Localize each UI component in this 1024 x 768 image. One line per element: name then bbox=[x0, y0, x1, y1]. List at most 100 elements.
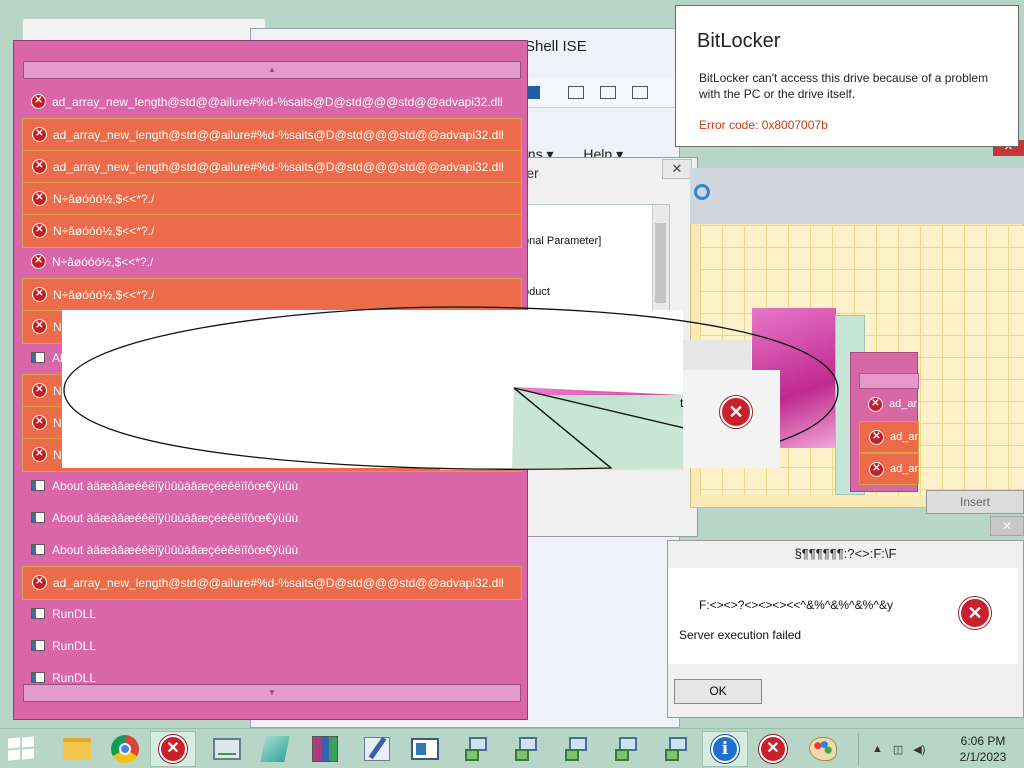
network-icon bbox=[463, 735, 491, 763]
error-icon: ✕ bbox=[869, 462, 884, 477]
volume-icon[interactable]: ◀) bbox=[913, 743, 925, 756]
glitch-gray-block bbox=[683, 340, 751, 370]
list-item[interactable]: About àäæàâæéêëïÿüûùàâæçéèêëïîôœ€ÿüûù bbox=[22, 502, 520, 534]
error-icon: ✕ bbox=[32, 191, 47, 206]
mini-list-scrollbar[interactable] bbox=[859, 373, 919, 389]
list-item[interactable]: ✕ ad_array_new_length@std@@ailure#%d-%sai… bbox=[22, 150, 522, 184]
taskbar-info[interactable]: i bbox=[702, 731, 748, 767]
mini-list-item[interactable]: ✕ ad_ar bbox=[859, 389, 917, 419]
paint-icon bbox=[809, 737, 837, 761]
list-item[interactable]: RunDLL bbox=[22, 630, 520, 662]
list-item-label: ad_array_new_length@std@@ailure#%d-%sait… bbox=[52, 95, 503, 109]
pane-line: onal Parameter] bbox=[523, 235, 602, 247]
list-item-label: ad_array_new_length@std@@ailure#%d-%sait… bbox=[53, 160, 504, 174]
list-item[interactable]: ✕ N÷âøóóó½,$<<*?./ bbox=[22, 214, 522, 248]
taskbar-network-4[interactable] bbox=[604, 731, 650, 767]
network-icon bbox=[613, 735, 641, 763]
list-item-label: RunDLL bbox=[52, 639, 97, 653]
list-item[interactable]: ✕ ad_array_new_length@std@@ailure#%d-%sai… bbox=[22, 566, 522, 600]
list-item-label: About àäæàâæéêëïÿüûùàâæçéèêëïîôœ€ÿüûù bbox=[52, 543, 299, 557]
bitlocker-notification[interactable]: BitLocker BitLocker can't access this dr… bbox=[675, 5, 1019, 147]
server-dialog-close-button[interactable]: ✕ bbox=[990, 516, 1024, 536]
server-dialog-path: F:<><>?<><><><<^&%^&%^&%^&y bbox=[699, 598, 893, 612]
glitch-white-block bbox=[62, 310, 515, 468]
winrar-icon bbox=[312, 736, 338, 762]
list-item-label: ad_array_new_length@std@@ailure#%d-%sait… bbox=[53, 128, 504, 142]
application-icon bbox=[31, 352, 45, 363]
error-icon: ✕ bbox=[32, 383, 47, 398]
taskbar-error-app-2[interactable]: ✕ bbox=[750, 731, 796, 767]
network-icon bbox=[563, 735, 591, 763]
list-item-label: About àäæàâæéêëïÿüûùàâæçéèêëïîôœ€ÿüûù bbox=[52, 511, 299, 525]
list-item-label: ad_array_new_length@std@@ailure#%d-%sait… bbox=[53, 576, 504, 590]
network-icon bbox=[663, 735, 691, 763]
mini-list-item[interactable]: ✕ ad_ar bbox=[859, 421, 919, 453]
bitlocker-error-code: Error code: 0x8007007b bbox=[699, 118, 828, 132]
application-icon bbox=[31, 512, 45, 523]
taskbar-task-manager[interactable] bbox=[204, 731, 250, 767]
list-scroll-up-button[interactable]: ▲ bbox=[23, 61, 521, 79]
application-icon bbox=[31, 640, 45, 651]
list-item[interactable]: ✕ ad_array_new_length@std@@ailure#%d-%sai… bbox=[22, 118, 522, 152]
mini-list-item[interactable]: ✕ ad_ar bbox=[859, 453, 919, 485]
pen-icon bbox=[364, 737, 390, 761]
pane-layout-max-icon[interactable] bbox=[632, 86, 648, 99]
taskbar-network-5[interactable] bbox=[654, 731, 700, 767]
error-icon: ✕ bbox=[32, 319, 47, 334]
pane-layout-top-icon[interactable] bbox=[568, 86, 584, 99]
list-item[interactable]: ✕ N÷âøóóó½,$<<*?./ bbox=[22, 246, 520, 278]
clock-time: 6:06 PM bbox=[960, 734, 1006, 748]
error-icon: ✕ bbox=[720, 396, 752, 428]
clock-date: 2/1/2023 bbox=[959, 750, 1007, 764]
list-item[interactable]: ✕ ad_array_new_length@std@@ailure#%d-%sai… bbox=[22, 86, 520, 118]
list-item-label: N÷âøóóó½,$<<*?./ bbox=[53, 192, 155, 206]
ise-toolbar bbox=[520, 78, 680, 108]
list-item[interactable]: RunDLL bbox=[22, 598, 520, 630]
ise-window-title: rShell ISE bbox=[520, 38, 587, 55]
pane-scrollbar[interactable] bbox=[652, 205, 669, 313]
system-clock[interactable]: 6:06 PM 2/1/2023 bbox=[950, 733, 1016, 765]
taskbar-paint[interactable] bbox=[800, 731, 846, 767]
network-icon bbox=[513, 735, 541, 763]
taskbar-document-viewer[interactable] bbox=[402, 731, 448, 767]
pane-layout-right-icon[interactable] bbox=[600, 86, 616, 99]
taskbar-notes[interactable] bbox=[252, 731, 298, 767]
taskbar-pen-tool[interactable] bbox=[354, 731, 400, 767]
error-icon: ✕ bbox=[32, 575, 47, 590]
bitlocker-title: BitLocker bbox=[697, 30, 781, 52]
designer-toolbar-band bbox=[690, 168, 1024, 224]
task-manager-icon bbox=[213, 738, 241, 760]
network-status-icon[interactable]: ◫ bbox=[893, 743, 903, 756]
error-icon: ✕ bbox=[32, 415, 47, 430]
installer-text-pane: onal Parameter] oduct bbox=[520, 204, 670, 314]
folder-icon bbox=[63, 738, 91, 760]
list-item[interactable]: ✕ N÷âøóóó½,$<<*?./ bbox=[22, 182, 522, 216]
error-icon: ✕ bbox=[31, 94, 46, 109]
taskbar-error-app[interactable]: ✕ bbox=[150, 731, 196, 767]
taskbar-network-3[interactable] bbox=[554, 731, 600, 767]
insert-button[interactable]: Insert bbox=[926, 490, 1024, 514]
taskbar-network-1[interactable] bbox=[454, 731, 500, 767]
chevron-up-icon[interactable]: ▲ bbox=[872, 743, 883, 755]
taskbar-chrome[interactable] bbox=[102, 731, 148, 767]
error-icon: ✕ bbox=[32, 287, 47, 302]
taskbar-file-explorer[interactable] bbox=[54, 731, 100, 767]
taskbar-network-2[interactable] bbox=[504, 731, 550, 767]
chrome-icon bbox=[111, 735, 139, 763]
taskbar-winrar[interactable] bbox=[302, 731, 348, 767]
server-dialog-title: §¶¶¶¶¶¶:?<>:F:\F bbox=[794, 546, 897, 561]
application-icon bbox=[31, 544, 45, 555]
refresh-icon[interactable] bbox=[694, 184, 710, 200]
start-button[interactable] bbox=[8, 736, 36, 761]
system-tray: ▲ ◫ ◀) bbox=[872, 737, 925, 761]
server-dialog-ok-button[interactable]: OK bbox=[674, 679, 762, 704]
error-icon: ✕ bbox=[31, 254, 46, 269]
taskbar: ✕ i ✕ ▲ ◫ ◀) 6:06 PM 2/1/2023 bbox=[0, 728, 1024, 768]
info-icon: i bbox=[711, 735, 739, 763]
mini-error-list: ✕ ad_ar ✕ ad_ar ✕ ad_ar bbox=[850, 352, 919, 492]
list-item[interactable]: About àäæàâæéêëïÿüûùàâæçéèêëïîôœ€ÿüûù bbox=[22, 534, 520, 566]
list-scroll-down-button[interactable]: ▼ bbox=[23, 684, 521, 702]
list-item-label: N÷âøóóó½,$<<*?./ bbox=[52, 255, 154, 269]
pane-scroll-thumb[interactable] bbox=[655, 223, 666, 303]
installer-close-button[interactable]: ✕ bbox=[662, 159, 692, 179]
